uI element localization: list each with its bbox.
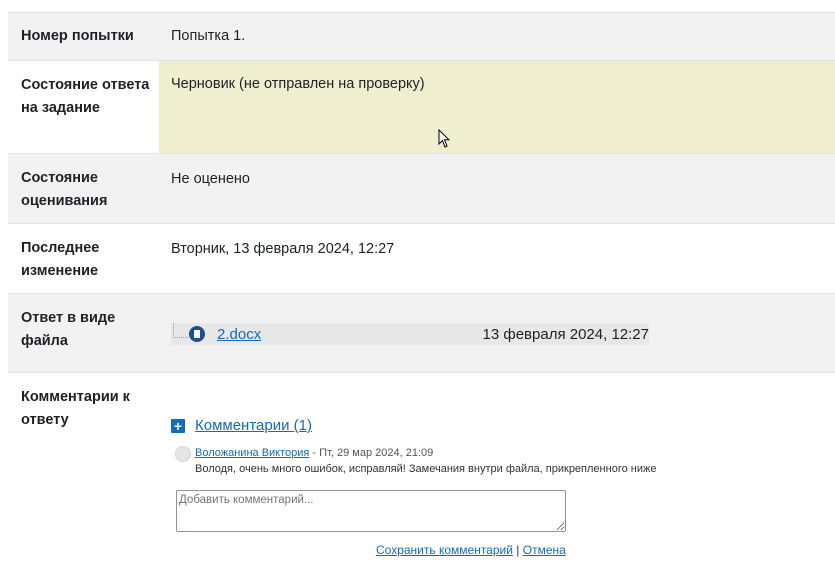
comments-label: Комментарии к ответу — [21, 389, 130, 428]
submission-status-row: Состояние ответа на задание Черновик (не… — [8, 61, 835, 154]
comment-author-link[interactable]: Воложанина Виктория — [195, 447, 309, 459]
docx-file-icon — [189, 326, 205, 342]
add-comment-input[interactable] — [176, 490, 566, 532]
grading-status-value: Не оценено — [171, 171, 250, 187]
last-modified-value: Вторник, 13 февраля 2024, 12:27 — [171, 241, 395, 257]
attempt-row: Номер попытки Попытка 1. — [8, 13, 835, 61]
submission-status-value: Черновик (не отправлен на проверку) — [159, 61, 835, 153]
user-avatar-icon — [175, 446, 191, 462]
comment-actions: Сохранить комментарий | Отмена — [376, 539, 835, 561]
submission-status-table: Номер попытки Попытка 1. Состояние ответ… — [8, 12, 835, 558]
comments-cell: + Комментарии (1) Воложанина Виктория - … — [159, 373, 835, 558]
file-date: 13 февраля 2024, 12:27 — [482, 326, 649, 343]
attempt-value: Попытка 1. — [171, 28, 246, 44]
last-modified-row: Последнее изменение Вторник, 13 февраля … — [8, 224, 835, 294]
mouse-cursor-icon — [438, 129, 450, 148]
attempt-label: Номер попытки — [21, 28, 134, 44]
grading-status-row: Состояние оценивания Не оценено — [8, 154, 835, 224]
comment-separator: - — [309, 447, 320, 459]
file-tree-item: 2.docx 13 февраля 2024, 12:27 — [171, 323, 649, 345]
file-submission-cell: 2.docx 13 февраля 2024, 12:27 — [159, 294, 835, 372]
file-submission-row: Ответ в виде файла 2.docx 13 февраля 202… — [8, 294, 835, 373]
last-modified-label: Последнее изменение — [21, 240, 100, 279]
save-comment-link[interactable]: Сохранить комментарий — [376, 543, 513, 557]
comment-item: Воложанина Виктория - Пт, 29 мар 2024, 2… — [175, 445, 835, 477]
file-link[interactable]: 2.docx — [217, 324, 261, 346]
comment-date: Пт, 29 мар 2024, 21:09 — [319, 447, 434, 459]
submission-status-label: Состояние ответа на задание — [21, 77, 150, 116]
comments-toggle-link[interactable]: Комментарии (1) — [195, 415, 312, 437]
tree-connector — [173, 323, 188, 338]
comments-toggle[interactable]: + Комментарии (1) — [171, 415, 835, 437]
cancel-comment-link[interactable]: Отмена — [523, 543, 566, 557]
actions-divider: | — [516, 543, 520, 557]
expand-plus-icon[interactable]: + — [171, 419, 185, 433]
comments-row: Комментарии к ответу + Комментарии (1) В… — [8, 373, 835, 558]
file-submission-label: Ответ в виде файла — [21, 310, 116, 349]
grading-status-label: Состояние оценивания — [21, 170, 108, 209]
comment-text: Володя, очень много ошибок, исправляй! З… — [195, 463, 657, 475]
